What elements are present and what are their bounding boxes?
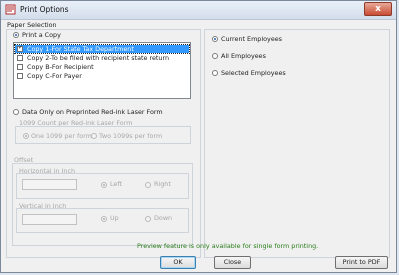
copy-2-checkbox[interactable] bbox=[17, 55, 23, 61]
left-radio[interactable] bbox=[101, 182, 107, 188]
ok-button[interactable]: OK bbox=[160, 256, 196, 269]
selected-employees-label: Selected Employees bbox=[221, 69, 286, 77]
horizontal-offset-input[interactable] bbox=[22, 179, 77, 190]
copy-1-checkbox[interactable]: ✓ bbox=[17, 44, 24, 52]
paper-selection-group-label: Paper Selection bbox=[7, 21, 57, 29]
down-radio[interactable] bbox=[145, 216, 151, 222]
copy-list[interactable]: ✓ Copy 1-For State Tax Department Copy 2… bbox=[13, 42, 191, 99]
one-per-form-label: One 1099 per form bbox=[31, 132, 92, 140]
preprinted-form-radio[interactable] bbox=[13, 109, 19, 115]
all-employees-radio[interactable] bbox=[212, 53, 218, 59]
app-icon bbox=[5, 4, 16, 15]
right-label: Right bbox=[154, 180, 171, 188]
copy-b-label: Copy B-For Recipient bbox=[27, 63, 94, 71]
one-per-form-radio[interactable] bbox=[23, 133, 29, 139]
checkmark-icon: ✓ bbox=[18, 44, 24, 51]
title-bar: Print Options x bbox=[1, 1, 396, 20]
copy-c-checkbox[interactable] bbox=[17, 73, 23, 79]
up-label: Up bbox=[110, 214, 119, 222]
copy-c-label: Copy C-For Payer bbox=[27, 72, 82, 80]
all-employees-label: All Employees bbox=[221, 52, 266, 60]
vertical-offset-input[interactable] bbox=[22, 214, 77, 225]
copy-c-item[interactable]: Copy C-For Payer bbox=[15, 72, 189, 80]
copy-1-label: Copy 1-For State Tax Department bbox=[27, 45, 134, 53]
copy-2-item[interactable]: Copy 2-To be filed with recipient state … bbox=[15, 54, 189, 62]
dialog-body: Paper Selection Print a Copy ✓ Copy 1-Fo… bbox=[4, 20, 393, 270]
selected-employees-radio[interactable] bbox=[212, 70, 218, 76]
down-label: Down bbox=[154, 214, 173, 222]
window-title: Print Options bbox=[20, 5, 69, 14]
print-to-pdf-button[interactable]: Print to PDF bbox=[335, 256, 388, 269]
employees-group bbox=[204, 29, 390, 258]
right-radio[interactable] bbox=[145, 182, 151, 188]
left-label: Left bbox=[110, 180, 123, 188]
preprinted-form-label: Data Only on Preprinted Red-ink Laser Fo… bbox=[22, 108, 163, 116]
preview-note: Preview feature is only available for si… bbox=[137, 242, 319, 250]
copy-b-item[interactable]: Copy B-For Recipient bbox=[15, 63, 189, 71]
two-per-form-radio[interactable] bbox=[91, 133, 97, 139]
print-copy-radio[interactable] bbox=[13, 32, 19, 38]
close-icon: x bbox=[375, 4, 381, 14]
print-options-window: Print Options x Paper Selection Print a … bbox=[0, 0, 397, 273]
copy-2-label: Copy 2-To be filed with recipient state … bbox=[27, 54, 170, 62]
two-per-form-label: Two 1099s per form bbox=[99, 132, 163, 140]
copy-1-item[interactable]: ✓ Copy 1-For State Tax Department bbox=[14, 44, 190, 54]
close-button[interactable]: Close bbox=[214, 256, 251, 269]
current-employees-label: Current Employees bbox=[221, 35, 283, 43]
copy-b-checkbox[interactable] bbox=[17, 64, 23, 70]
window-close-button[interactable]: x bbox=[364, 2, 392, 16]
up-radio[interactable] bbox=[101, 216, 107, 222]
print-copy-label: Print a Copy bbox=[22, 31, 61, 39]
current-employees-radio[interactable] bbox=[212, 36, 218, 42]
